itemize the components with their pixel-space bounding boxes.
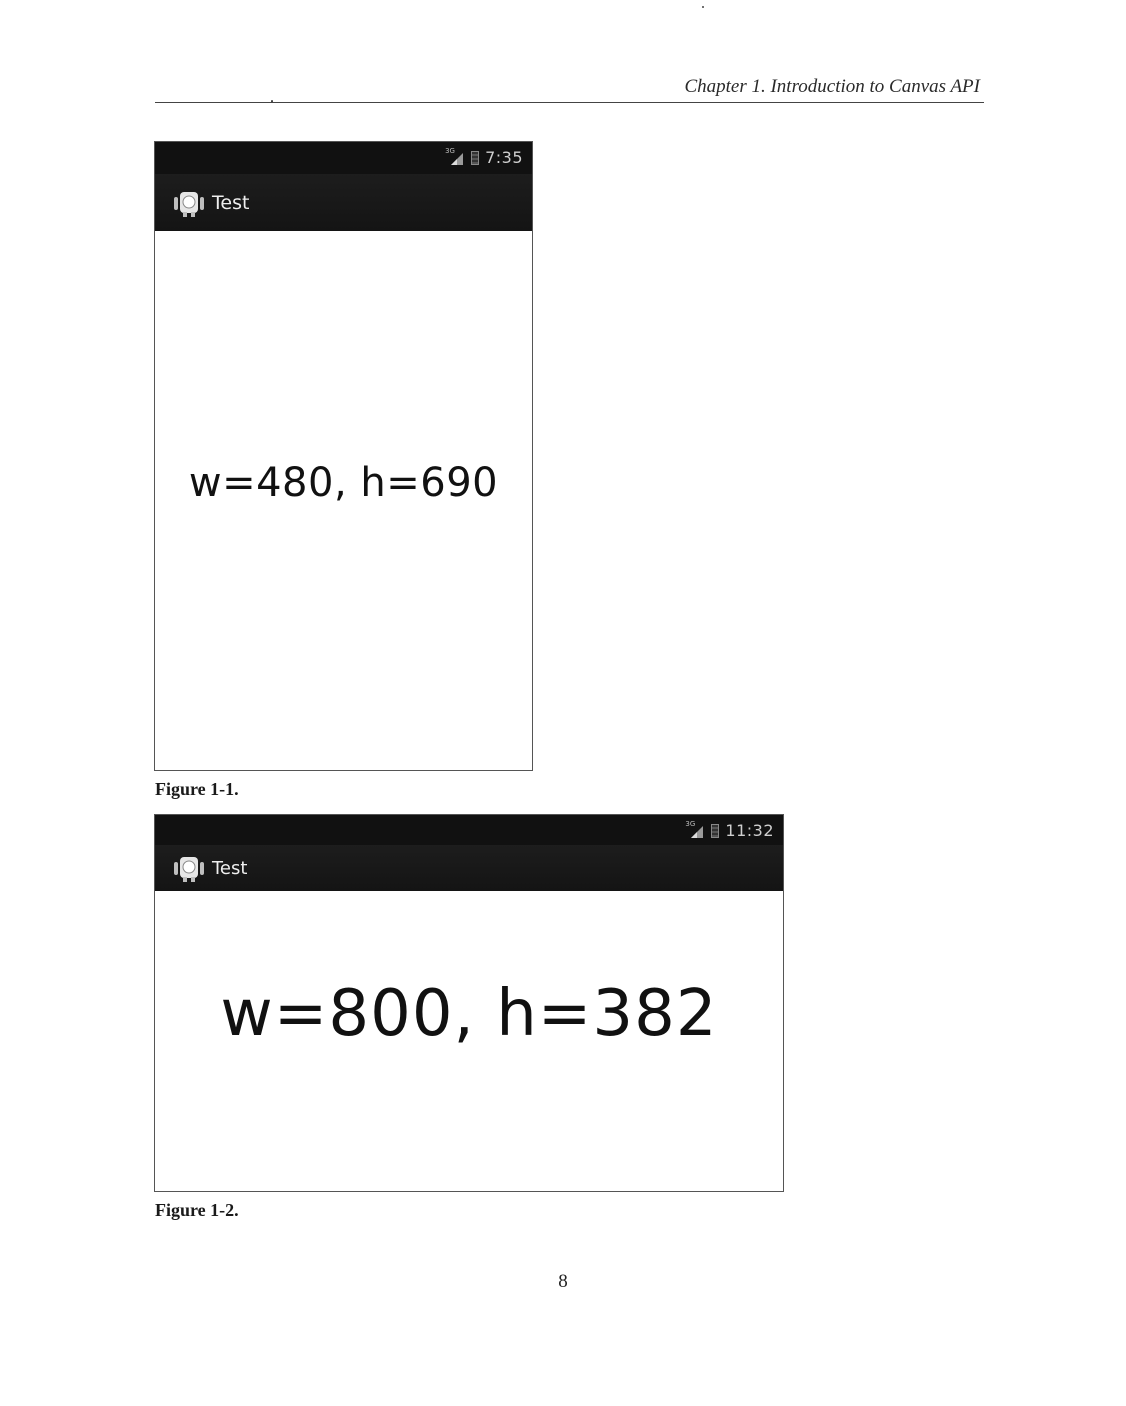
status-indicators: 3G 7:35 [445,147,523,168]
battery-icon [471,150,480,165]
app-title: Test [212,857,248,879]
signal-strength-icon: 3G [445,147,465,165]
canvas-size-text: w=800, h=382 [220,977,718,1051]
android-robot-icon [172,853,206,883]
canvas-size-text: w=480, h=690 [188,460,499,506]
app-title: Test [212,191,250,214]
status-clock: 11:32 [725,821,774,840]
phone-screenshot-portrait: 3G 7:35 Test w=480, h=690 [154,141,533,771]
status-clock: 7:35 [485,148,523,167]
action-bar: Test [155,174,532,231]
running-head: Chapter 1. Introduction to Canvas API [684,76,980,97]
android-robot-icon [172,188,206,218]
figure-caption: Figure 1-1. [155,779,239,799]
battery-icon [711,823,720,838]
scan-speck [271,100,273,103]
status-indicators: 3G 11:32 [685,820,774,841]
page-number: 8 [558,1271,568,1292]
status-bar: 3G 7:35 [155,142,532,174]
scan-speck [702,6,704,8]
status-bar: 3G 11:32 [155,815,783,845]
action-bar: Test [155,845,783,891]
figure-caption: Figure 1-2. [155,1200,239,1220]
signal-strength-icon: 3G [685,820,705,838]
phone-screenshot-landscape: 3G 11:32 Test w=800, h=382 [154,814,784,1192]
header-rule [155,102,984,103]
